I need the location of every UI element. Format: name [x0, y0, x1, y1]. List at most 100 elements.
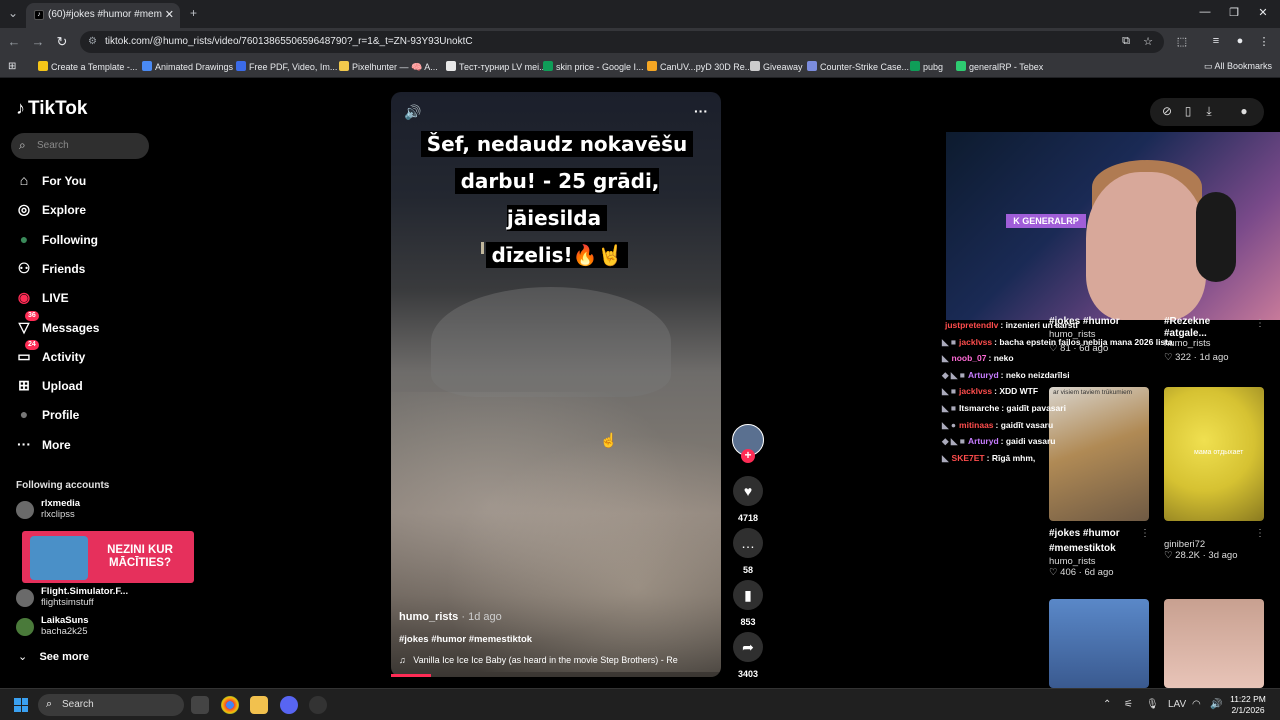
device-icon[interactable]: ▯: [1180, 104, 1196, 118]
chat-message: justpretendlv: inzenieri un aarsti: [942, 320, 1078, 330]
card-menu-icon[interactable]: ⋮: [1255, 318, 1265, 329]
taskbar-search[interactable]: ⌕ Search: [38, 694, 184, 716]
chat-badge-icon: ◣: [942, 452, 949, 463]
chat-username: justpretendlv: [945, 320, 999, 330]
bookmark-item[interactable]: skin price - Google I...: [543, 61, 644, 72]
comment-count: 58: [742, 565, 753, 575]
video-card[interactable]: ar visiem taviem trūkumiem #jokes #humor…: [1049, 387, 1149, 578]
system-clock[interactable]: 11:22 PM 2/1/2026: [1226, 694, 1270, 716]
menu-kebab-icon[interactable]: ⋮: [1256, 35, 1272, 48]
user-avatar[interactable]: ●: [1236, 104, 1252, 118]
minimize-icon[interactable]: —: [1195, 6, 1215, 18]
tiktok-logo[interactable]: ♪ TikTok: [16, 98, 87, 120]
save-button[interactable]: ▮ 853: [732, 580, 764, 627]
bookmark-item[interactable]: Create a Template -...: [38, 61, 137, 72]
back-icon[interactable]: ←: [5, 34, 23, 49]
chat-text: : inzenieri un aarsti: [1000, 320, 1078, 330]
bookmark-item[interactable]: CanUV...pyD 30D Re...: [647, 61, 752, 72]
active-tab[interactable]: ♪ (60)#jokes #humor #memestik ✕: [26, 3, 180, 28]
install-app-icon[interactable]: ⧉: [1118, 35, 1134, 48]
bookmark-favicon-icon: [236, 61, 246, 71]
logo-text: TikTok: [28, 98, 88, 119]
profile-avatar-icon[interactable]: ●: [1232, 35, 1248, 47]
forward-icon[interactable]: →: [29, 34, 47, 49]
video-author[interactable]: humo_rists · 1d ago: [399, 611, 502, 623]
heart-icon: ♥: [733, 476, 763, 506]
bookmark-item[interactable]: Тест-турнир LV mei...: [446, 61, 547, 72]
microphone-icon[interactable]: 🎙: [1146, 699, 1159, 710]
card-author: humo_rists: [1164, 338, 1211, 349]
chrome-icon[interactable]: [221, 696, 239, 714]
download-icon[interactable]: ⤓: [1201, 104, 1217, 119]
share-button[interactable]: ➦ 3403: [732, 632, 764, 679]
apps-grid-icon[interactable]: ⊞: [8, 61, 16, 72]
see-more-button[interactable]: ⌄ See more: [18, 650, 89, 663]
card-title-2: #memestiktok: [1049, 543, 1116, 554]
card-menu-icon[interactable]: ⋮: [1255, 528, 1265, 539]
bookmark-item[interactable]: Animated Drawings: [142, 61, 233, 72]
restore-icon[interactable]: ❐: [1224, 6, 1244, 19]
tab-search-icon[interactable]: ⌄: [8, 6, 18, 20]
network-icon[interactable]: ⚟: [1124, 699, 1133, 710]
new-tab-button[interactable]: +: [190, 6, 197, 20]
bookmark-item[interactable]: Counter-Strike Case...: [807, 61, 909, 72]
chat-text: : gaidīt vasaru: [995, 419, 1054, 430]
bookmark-label: Тест-турнир LV mei...: [459, 62, 547, 72]
bookmark-item[interactable]: generalRP - Tebex: [956, 61, 1043, 72]
video-card[interactable]: [1049, 599, 1149, 688]
follow-plus-icon[interactable]: +: [741, 449, 755, 463]
video-card[interactable]: #Rezekne #atgale... humo_rists ♡ 322 · 1…: [1164, 314, 1229, 363]
bookmark-item[interactable]: Giveaway: [750, 61, 803, 72]
wifi-icon[interactable]: ◠: [1192, 699, 1201, 710]
bookmark-star-icon[interactable]: ☆: [1140, 35, 1156, 48]
video-hashtags[interactable]: #jokes #humor #memestiktok: [399, 634, 532, 645]
video-card[interactable]: мама отдыхает giniberi72 ♡ 28.2K · 3d ag…: [1164, 387, 1264, 561]
file-explorer-icon[interactable]: [250, 696, 268, 714]
tab-close-icon[interactable]: ✕: [165, 8, 174, 21]
search-input[interactable]: ⌕ Search: [11, 133, 149, 159]
overlay-ad-banner[interactable]: NEZINI KUR MĀCĪTIES?: [22, 531, 194, 583]
window-close-icon[interactable]: ✕: [1253, 6, 1273, 19]
all-bookmarks-button[interactable]: ▭ All Bookmarks: [1204, 61, 1272, 72]
share-arrow-icon: ➦: [733, 632, 763, 662]
address-bar[interactable]: ⚙ tiktok.com/@humo_rists/video/760138655…: [80, 31, 1164, 53]
bookmark-icon: ▮: [733, 580, 763, 610]
volume-tray-icon[interactable]: 🔊: [1210, 699, 1222, 710]
bookmark-item[interactable]: pubg: [910, 61, 943, 72]
volume-icon[interactable]: 🔊: [404, 104, 421, 121]
bookmark-favicon-icon: [750, 61, 760, 71]
video-progress-bar[interactable]: [391, 674, 431, 677]
card-thumbnail: мама отдыхает: [1164, 387, 1264, 521]
chat-username: Arturyd: [967, 369, 999, 380]
site-info-icon[interactable]: ⚙: [88, 36, 97, 47]
home-icon: ⌂: [19, 172, 29, 188]
like-button[interactable]: ♥ 4718: [732, 476, 764, 523]
comment-button[interactable]: … 58: [732, 528, 764, 575]
clock-date: 2/1/2026: [1231, 705, 1265, 715]
reload-icon[interactable]: ↻: [53, 34, 71, 50]
discord-icon[interactable]: [280, 696, 298, 714]
tray-chevron-icon[interactable]: ⌃: [1103, 699, 1111, 710]
media-control-icon[interactable]: ≡: [1208, 35, 1224, 47]
windows-taskbar: ⌕ Search ⌃ ⚟ 🎙 LAV ◠ 🔊 11:22 PM 2/1/2026: [0, 688, 1280, 720]
account-name: LaikaSuns: [41, 615, 89, 626]
card-stats: ♡ 28.2K · 3d ago: [1164, 550, 1238, 561]
card-author: humo_rists: [1049, 556, 1096, 567]
extensions-icon[interactable]: ⬚: [1174, 35, 1190, 48]
bookmark-item[interactable]: Free PDF, Video, Im...: [236, 61, 337, 72]
coin-icon[interactable]: ⊘: [1159, 104, 1175, 118]
bookmark-item[interactable]: Pixelhunter — 🧠 A...: [339, 61, 438, 73]
profile-avatar-icon: ●: [19, 406, 29, 422]
search-placeholder: Search: [37, 140, 69, 151]
obs-icon[interactable]: [309, 696, 327, 714]
bookmark-favicon-icon: [339, 61, 349, 71]
windows-start-icon[interactable]: [14, 698, 28, 712]
card-menu-icon[interactable]: ⋮: [1140, 528, 1150, 539]
video-more-options-icon[interactable]: ···: [694, 103, 708, 119]
post-age: · 1d ago: [458, 611, 502, 623]
video-music[interactable]: ♫ Vanilla Ice Ice Ice Baby (as heard in …: [399, 655, 711, 665]
video-card[interactable]: [1164, 599, 1264, 688]
language-indicator[interactable]: LAV: [1168, 699, 1186, 710]
task-view-icon[interactable]: [191, 696, 209, 714]
top-right-tools: ⊘ ▯ ⤓ ●: [1150, 98, 1264, 126]
